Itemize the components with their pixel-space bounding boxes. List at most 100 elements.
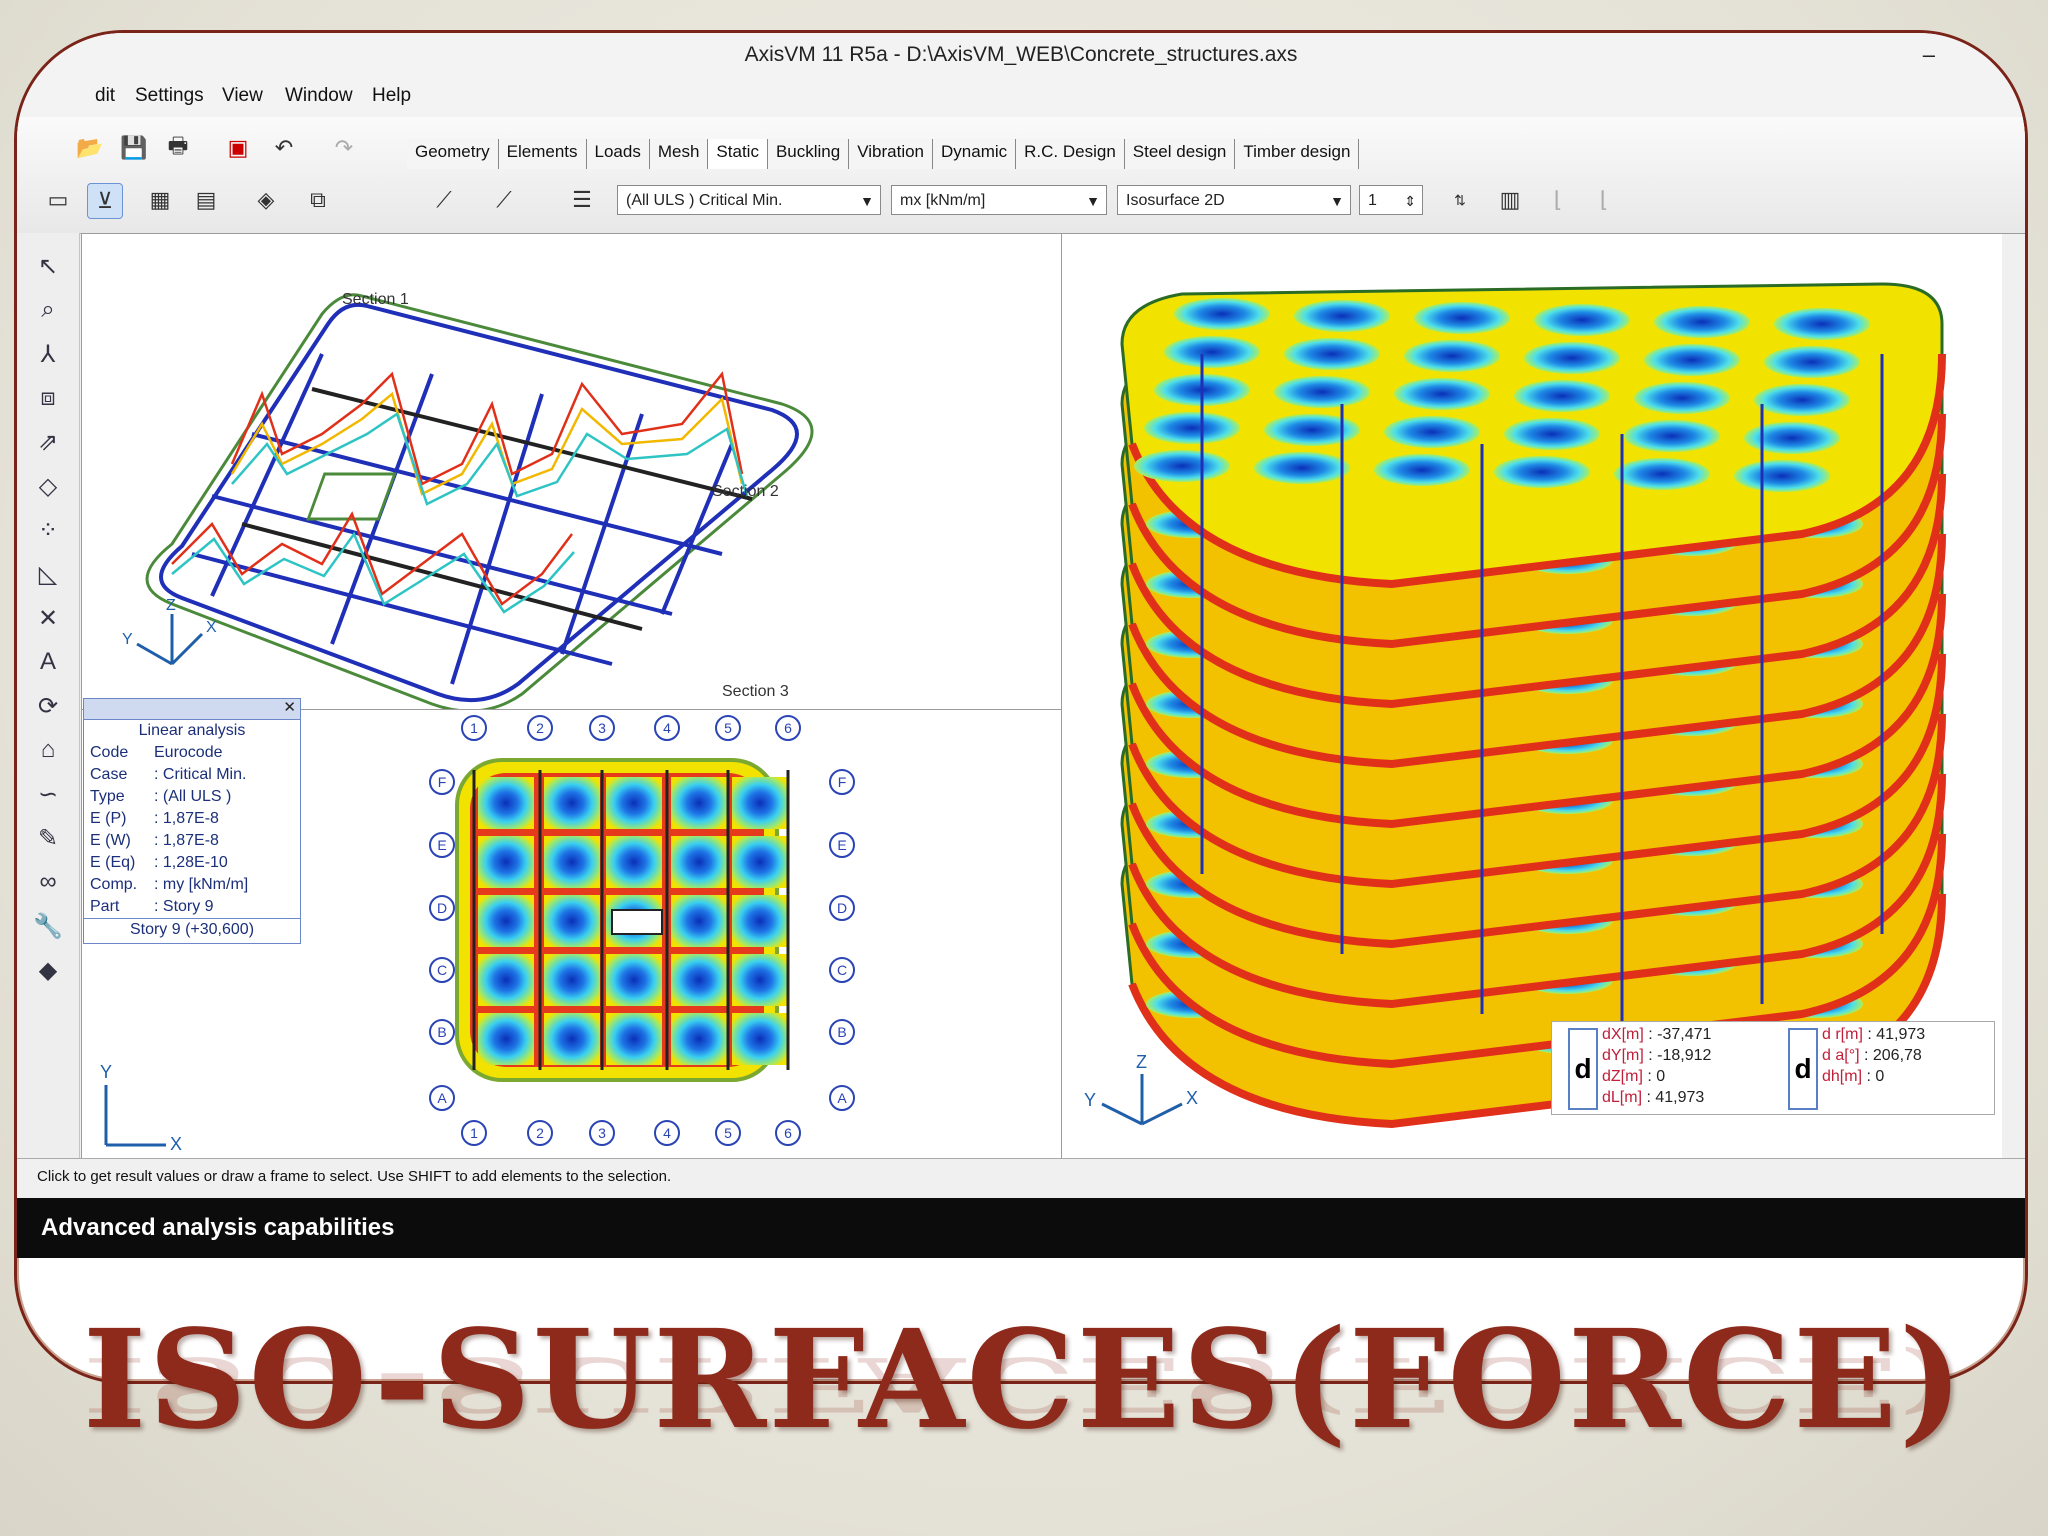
scale-stepper[interactable]: 1 ⇕ [1359, 185, 1423, 215]
list-icon[interactable]: ☰ [565, 183, 599, 217]
intersect-icon[interactable]: ✕ [31, 601, 65, 635]
vertical-scrollbar[interactable] [2002, 234, 2025, 1159]
info-row: Type: (All ULS ) [84, 786, 300, 808]
grid-bubble: 5 [715, 715, 741, 741]
info-row: Comp.: my [kNm/m] [84, 874, 300, 896]
menu-help[interactable]: Help [372, 85, 411, 107]
table-icon[interactable]: ▦ [143, 183, 177, 217]
views-icon[interactable]: ⧈ [31, 381, 65, 415]
screenshot-frame: AxisVM 11 R5a - D:\AxisVM_WEB\Concrete_s… [14, 30, 2028, 1384]
iso-cell [478, 777, 534, 829]
section-line-icon[interactable]: ⌊ [1541, 183, 1575, 217]
component-select[interactable]: mx [kNm/m] ▼ [891, 185, 1107, 215]
frame-view-icon[interactable]: ⧉ [301, 183, 335, 217]
redo-icon[interactable]: ↷ [327, 131, 361, 165]
iso-cell [1144, 412, 1240, 444]
tab-steel-design[interactable]: Steel design [1124, 139, 1236, 169]
layers-icon[interactable]: ▭ [41, 183, 75, 217]
grid-bubble: E [429, 832, 455, 858]
tab-vibration[interactable]: Vibration [849, 139, 934, 169]
wrench-icon[interactable]: 🔧 [31, 909, 65, 943]
min-max-icon[interactable]: ⇅ [1443, 183, 1477, 217]
print-icon[interactable]: 🖶 [161, 131, 195, 165]
tab-mesh[interactable]: Mesh [649, 139, 709, 169]
iso-cell [1384, 416, 1480, 448]
pencil-icon[interactable]: ✎ [31, 821, 65, 855]
iso-cell [1754, 384, 1850, 416]
label-icon[interactable]: A [31, 645, 65, 679]
iso-cell [732, 1013, 788, 1065]
close-icon[interactable]: ✕ [283, 698, 296, 716]
info-panel-title: Linear analysis [138, 722, 246, 739]
svg-text:3: 3 [598, 1125, 606, 1141]
coord-label: d r[m] [1822, 1026, 1863, 1043]
beam-diagram-view[interactable]: Section 1 Section 2 Section 3 X Y Z [81, 233, 1063, 711]
tab-rc-design[interactable]: R.C. Design [1016, 139, 1125, 169]
iso-cell [1254, 452, 1350, 484]
undeformed-shape-icon[interactable]: ⟋ [487, 183, 521, 217]
svg-text:4: 4 [663, 1125, 671, 1141]
tab-buckling[interactable]: Buckling [767, 139, 850, 169]
iso-cell [1624, 420, 1720, 452]
undo-icon[interactable]: ↶ [267, 131, 301, 165]
save-icon[interactable]: 💾 [117, 131, 151, 165]
color-legend-icon[interactable]: ▥ [1493, 183, 1527, 217]
glasses-icon[interactable]: ∞ [31, 865, 65, 899]
tab-geometry[interactable]: Geometry [407, 139, 499, 169]
iso-cell [1494, 456, 1590, 488]
rotate-icon[interactable]: ⟳ [31, 689, 65, 723]
section-plane-icon[interactable]: ⌊ [1587, 183, 1621, 217]
svg-text:D: D [837, 900, 847, 916]
menu-edit[interactable]: dit [95, 85, 115, 107]
grid-bubble: 5 [715, 1120, 741, 1146]
grid-bubble: 3 [589, 1120, 615, 1146]
headline-reflection: ISO-SURFACES(FORCE) [82, 1340, 1966, 1428]
svg-text:2: 2 [536, 720, 544, 736]
report-icon[interactable]: ▤ [189, 183, 223, 217]
pdf-icon[interactable]: ▣ [221, 131, 255, 165]
beam-diagram-canvas: Section 1 Section 2 Section 3 X Y Z [122, 291, 814, 710]
open-icon[interactable]: 📂 [73, 131, 107, 165]
chevron-down-icon: ▼ [1330, 193, 1344, 209]
axis-triad-plan: X Y [100, 1062, 182, 1154]
iso-cell [478, 836, 534, 888]
result-display-icon[interactable]: ⊻ [87, 183, 123, 219]
parts-icon[interactable]: ⌂ [31, 733, 65, 767]
menu-window[interactable]: Window [285, 85, 353, 107]
svg-text:A: A [437, 1090, 447, 1106]
tab-loads[interactable]: Loads [586, 139, 650, 169]
info-key: E (Eq) [90, 854, 136, 871]
svg-text:6: 6 [784, 1125, 792, 1141]
dimension-icon[interactable]: ⇗ [31, 425, 65, 459]
info-value: : (All ULS ) [154, 788, 232, 805]
coordinate-readout: d d dX[m] : -37,471 dY[m] : -18,912 dZ[m… [1551, 1021, 1995, 1115]
measure-icon[interactable]: ◺ [31, 557, 65, 591]
grid-icon[interactable]: ⁘ [31, 513, 65, 547]
select-arrow-icon[interactable]: ↖ [31, 249, 65, 283]
grid-bubble: 1 [461, 1120, 487, 1146]
minimize-button[interactable]: – [1923, 33, 1935, 77]
curve-icon[interactable]: ∽ [31, 777, 65, 811]
zoom-icon[interactable]: ⌕ [31, 293, 65, 327]
info-value: : 1,87E-8 [154, 832, 219, 849]
iso-cell [732, 895, 788, 947]
view-stack-icon[interactable]: ◈ [249, 183, 283, 217]
tab-dynamic[interactable]: Dynamic [933, 139, 1017, 169]
deformed-shape-icon[interactable]: ⟋ [427, 183, 461, 217]
tab-timber-design[interactable]: Timber design [1235, 139, 1360, 169]
tab-static[interactable]: Static [708, 139, 768, 169]
display-mode-select[interactable]: Isosurface 2D ▼ [1117, 185, 1351, 215]
axes-icon[interactable]: ⅄ [31, 337, 65, 371]
iso-cell [671, 895, 727, 947]
axis-x-label: X [206, 619, 217, 636]
menu-settings[interactable]: Settings [135, 85, 204, 107]
info-icon[interactable]: ◆ [31, 953, 65, 987]
iso-cell [478, 1013, 534, 1065]
tab-elements[interactable]: Elements [498, 139, 587, 169]
load-case-select[interactable]: (All ULS ) Critical Min. ▼ [617, 185, 881, 215]
node-icon[interactable]: ◇ [31, 469, 65, 503]
plan-axis-y: Y [100, 1062, 112, 1082]
info-key: E (W) [90, 832, 131, 849]
menu-view[interactable]: View [222, 85, 263, 107]
iso-cell [671, 777, 727, 829]
